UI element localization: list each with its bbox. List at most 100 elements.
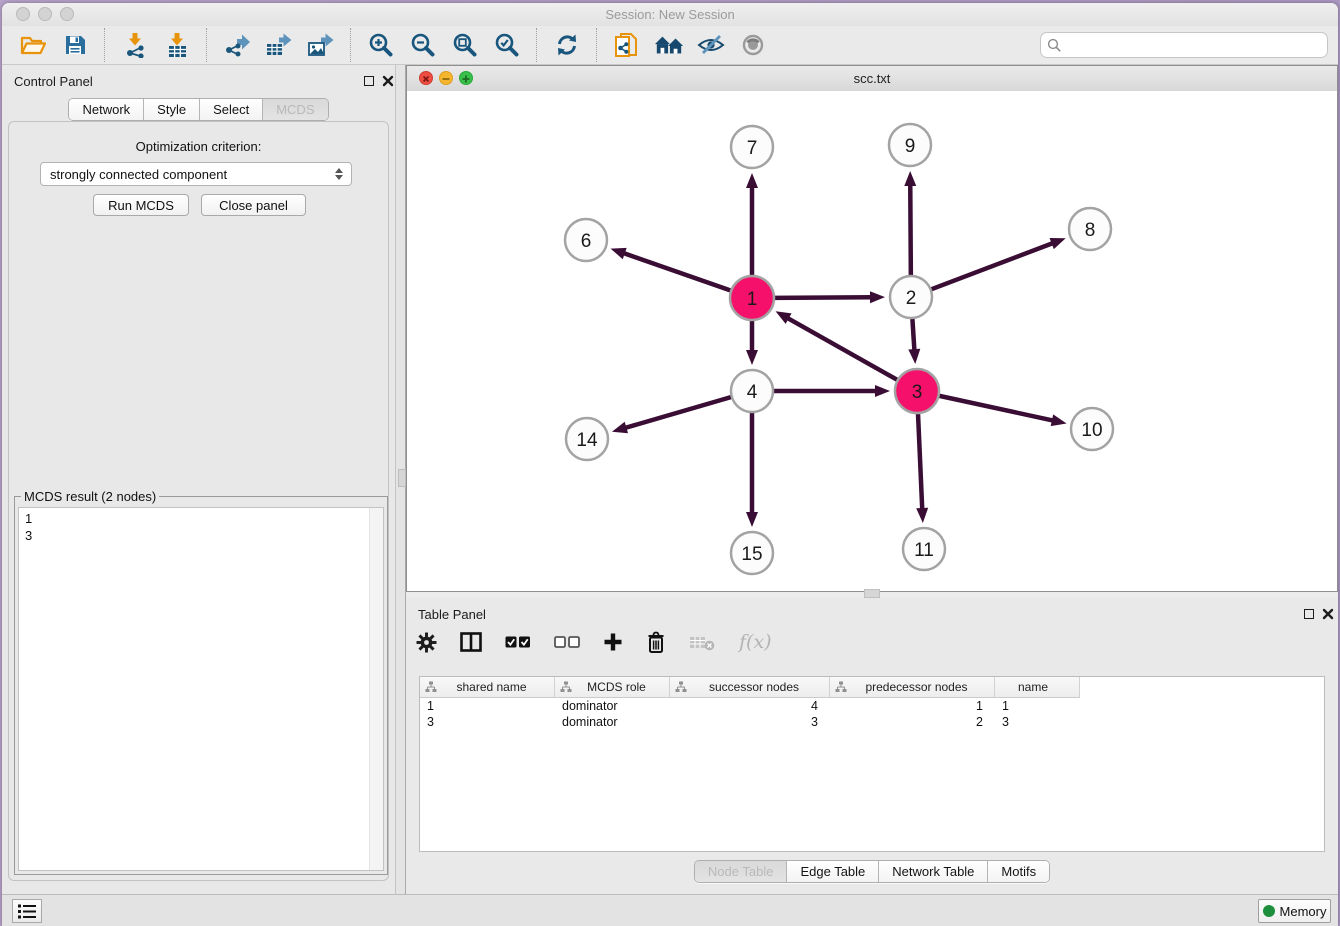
tab-edge-table[interactable]: Edge Table: [787, 861, 879, 882]
cell-name[interactable]: 3: [995, 715, 1080, 729]
tab-node-table[interactable]: Node Table: [695, 861, 788, 882]
show-column-panel-icon[interactable]: [460, 626, 482, 658]
save-session-icon[interactable]: [60, 29, 90, 61]
tab-network-table[interactable]: Network Table: [879, 861, 988, 882]
cell-shared-name[interactable]: 1: [420, 699, 555, 713]
mcds-result-title: MCDS result (2 nodes): [21, 489, 159, 504]
control-panel: Control Panel Network Style Select MCDS …: [2, 65, 395, 894]
cell-predecessor-nodes[interactable]: 2: [830, 715, 995, 729]
tab-style[interactable]: Style: [144, 99, 200, 120]
toolbar-separator: [206, 28, 208, 62]
cell-mcds-role[interactable]: dominator: [555, 699, 670, 713]
memory-button[interactable]: Memory: [1258, 899, 1331, 923]
graph-edge-3-10[interactable]: [939, 396, 1054, 421]
search-field[interactable]: [1040, 32, 1328, 58]
graph-edge-arrowhead-2-9: [904, 171, 916, 186]
graph-edge-3-1[interactable]: [786, 317, 897, 380]
cell-successor-nodes[interactable]: 3: [670, 715, 830, 729]
tab-select[interactable]: Select: [200, 99, 263, 120]
import-network-icon[interactable]: [120, 29, 150, 61]
home-icon[interactable]: [654, 29, 684, 61]
splitter-grip[interactable]: [864, 589, 880, 598]
run-mcds-button[interactable]: Run MCDS: [93, 194, 189, 216]
column-header-successor-nodes[interactable]: successor nodes: [670, 677, 830, 698]
network-canvas[interactable]: 7968124314101511: [407, 91, 1337, 591]
network-window-titlebar[interactable]: scc.txt: [407, 66, 1337, 92]
delete-column-icon[interactable]: [646, 626, 666, 658]
table-row[interactable]: 1 dominator 4 1 1: [420, 698, 1324, 714]
result-line: 3: [25, 527, 32, 544]
float-panel-icon[interactable]: [1304, 609, 1314, 619]
graph-edge-3-11[interactable]: [918, 414, 922, 511]
hide-selected-icon[interactable]: [696, 29, 726, 61]
duplicate-network-icon[interactable]: [612, 29, 642, 61]
open-session-icon[interactable]: [18, 29, 48, 61]
column-header-predecessor-nodes[interactable]: predecessor nodes: [830, 677, 995, 698]
graph-node-label-1: 1: [747, 289, 758, 310]
column-header-name[interactable]: name: [995, 677, 1080, 698]
criterion-select[interactable]: strongly connected component: [40, 162, 352, 186]
cell-mcds-role[interactable]: dominator: [555, 715, 670, 729]
graph-node-label-9: 9: [905, 136, 916, 157]
network-graph: 7968124314101511: [407, 91, 1337, 591]
graph-node-label-3: 3: [912, 382, 923, 403]
mcds-result-list[interactable]: 1 3: [18, 507, 384, 871]
close-panel-icon[interactable]: [381, 74, 395, 88]
close-panel-button[interactable]: Close panel: [201, 194, 306, 216]
graph-edge-arrowhead-3-10: [1051, 414, 1067, 426]
cell-successor-nodes[interactable]: 4: [670, 699, 830, 713]
table-panel-title: Table Panel: [418, 607, 486, 622]
control-panel-tabs: Network Style Select MCDS: [2, 98, 395, 121]
graph-edge-arrowhead-2-3: [908, 349, 920, 364]
search-input[interactable]: [1066, 37, 1321, 54]
task-history-button[interactable]: [12, 899, 42, 923]
cell-shared-name[interactable]: 3: [420, 715, 555, 729]
zoom-fit-icon[interactable]: [450, 29, 480, 61]
import-table-icon[interactable]: [162, 29, 192, 61]
result-scrollbar[interactable]: [369, 508, 383, 870]
column-header-mcds-role[interactable]: MCDS role: [555, 677, 670, 698]
zoom-selected-icon[interactable]: [492, 29, 522, 61]
zoom-in-icon[interactable]: [366, 29, 396, 61]
export-table-icon[interactable]: [264, 29, 294, 61]
export-network-icon[interactable]: [222, 29, 252, 61]
graph-edge-1-2[interactable]: [775, 297, 873, 298]
graph-edge-1-6[interactable]: [622, 253, 730, 291]
graph-edge-arrowhead-1-7: [746, 173, 758, 188]
tab-motifs[interactable]: Motifs: [988, 861, 1049, 882]
graph-edge-arrowhead-3-11: [916, 508, 928, 523]
refresh-layout-icon[interactable]: [552, 29, 582, 61]
table-header-row: shared name MCDS role successor nodes: [420, 677, 1324, 698]
graph-edge-2-3[interactable]: [912, 319, 914, 352]
table-row[interactable]: 3 dominator 3 2 3: [420, 714, 1324, 730]
graph-edge-2-9[interactable]: [910, 183, 911, 275]
cell-name[interactable]: 1: [995, 699, 1080, 713]
network-view-window: scc.txt 7968124314101511: [406, 65, 1338, 592]
table-settings-gear-icon[interactable]: [416, 626, 437, 658]
unselect-all-columns-icon[interactable]: [554, 626, 580, 658]
toolbar-separator: [350, 28, 352, 62]
graph-edge-2-8[interactable]: [932, 242, 1055, 289]
graph-node-label-14: 14: [576, 430, 598, 451]
task-list-icon: [18, 904, 36, 919]
graph-edge-arrowhead-4-14: [612, 422, 628, 434]
select-stepper-icon: [331, 168, 347, 180]
table-panel: Table Panel: [406, 598, 1338, 894]
tab-network[interactable]: Network: [69, 99, 144, 120]
zoom-out-icon[interactable]: [408, 29, 438, 61]
delete-table-icon-disabled: [689, 626, 716, 658]
graph-edge-4-14[interactable]: [623, 397, 730, 428]
select-all-columns-icon[interactable]: [505, 626, 531, 658]
tab-mcds[interactable]: MCDS: [263, 99, 327, 120]
graph-node-label-10: 10: [1081, 420, 1102, 441]
splitter-grip[interactable]: [398, 469, 406, 487]
column-header-shared-name[interactable]: shared name: [420, 677, 555, 698]
create-column-icon[interactable]: [603, 626, 623, 658]
column-type-icon: [425, 681, 437, 693]
export-image-icon[interactable]: [306, 29, 336, 61]
cell-predecessor-nodes[interactable]: 1: [830, 699, 995, 713]
show-graphics-details-icon: [738, 29, 768, 61]
close-panel-icon[interactable]: [1321, 607, 1335, 621]
float-panel-icon[interactable]: [364, 76, 374, 86]
vertical-splitter[interactable]: [395, 65, 406, 894]
